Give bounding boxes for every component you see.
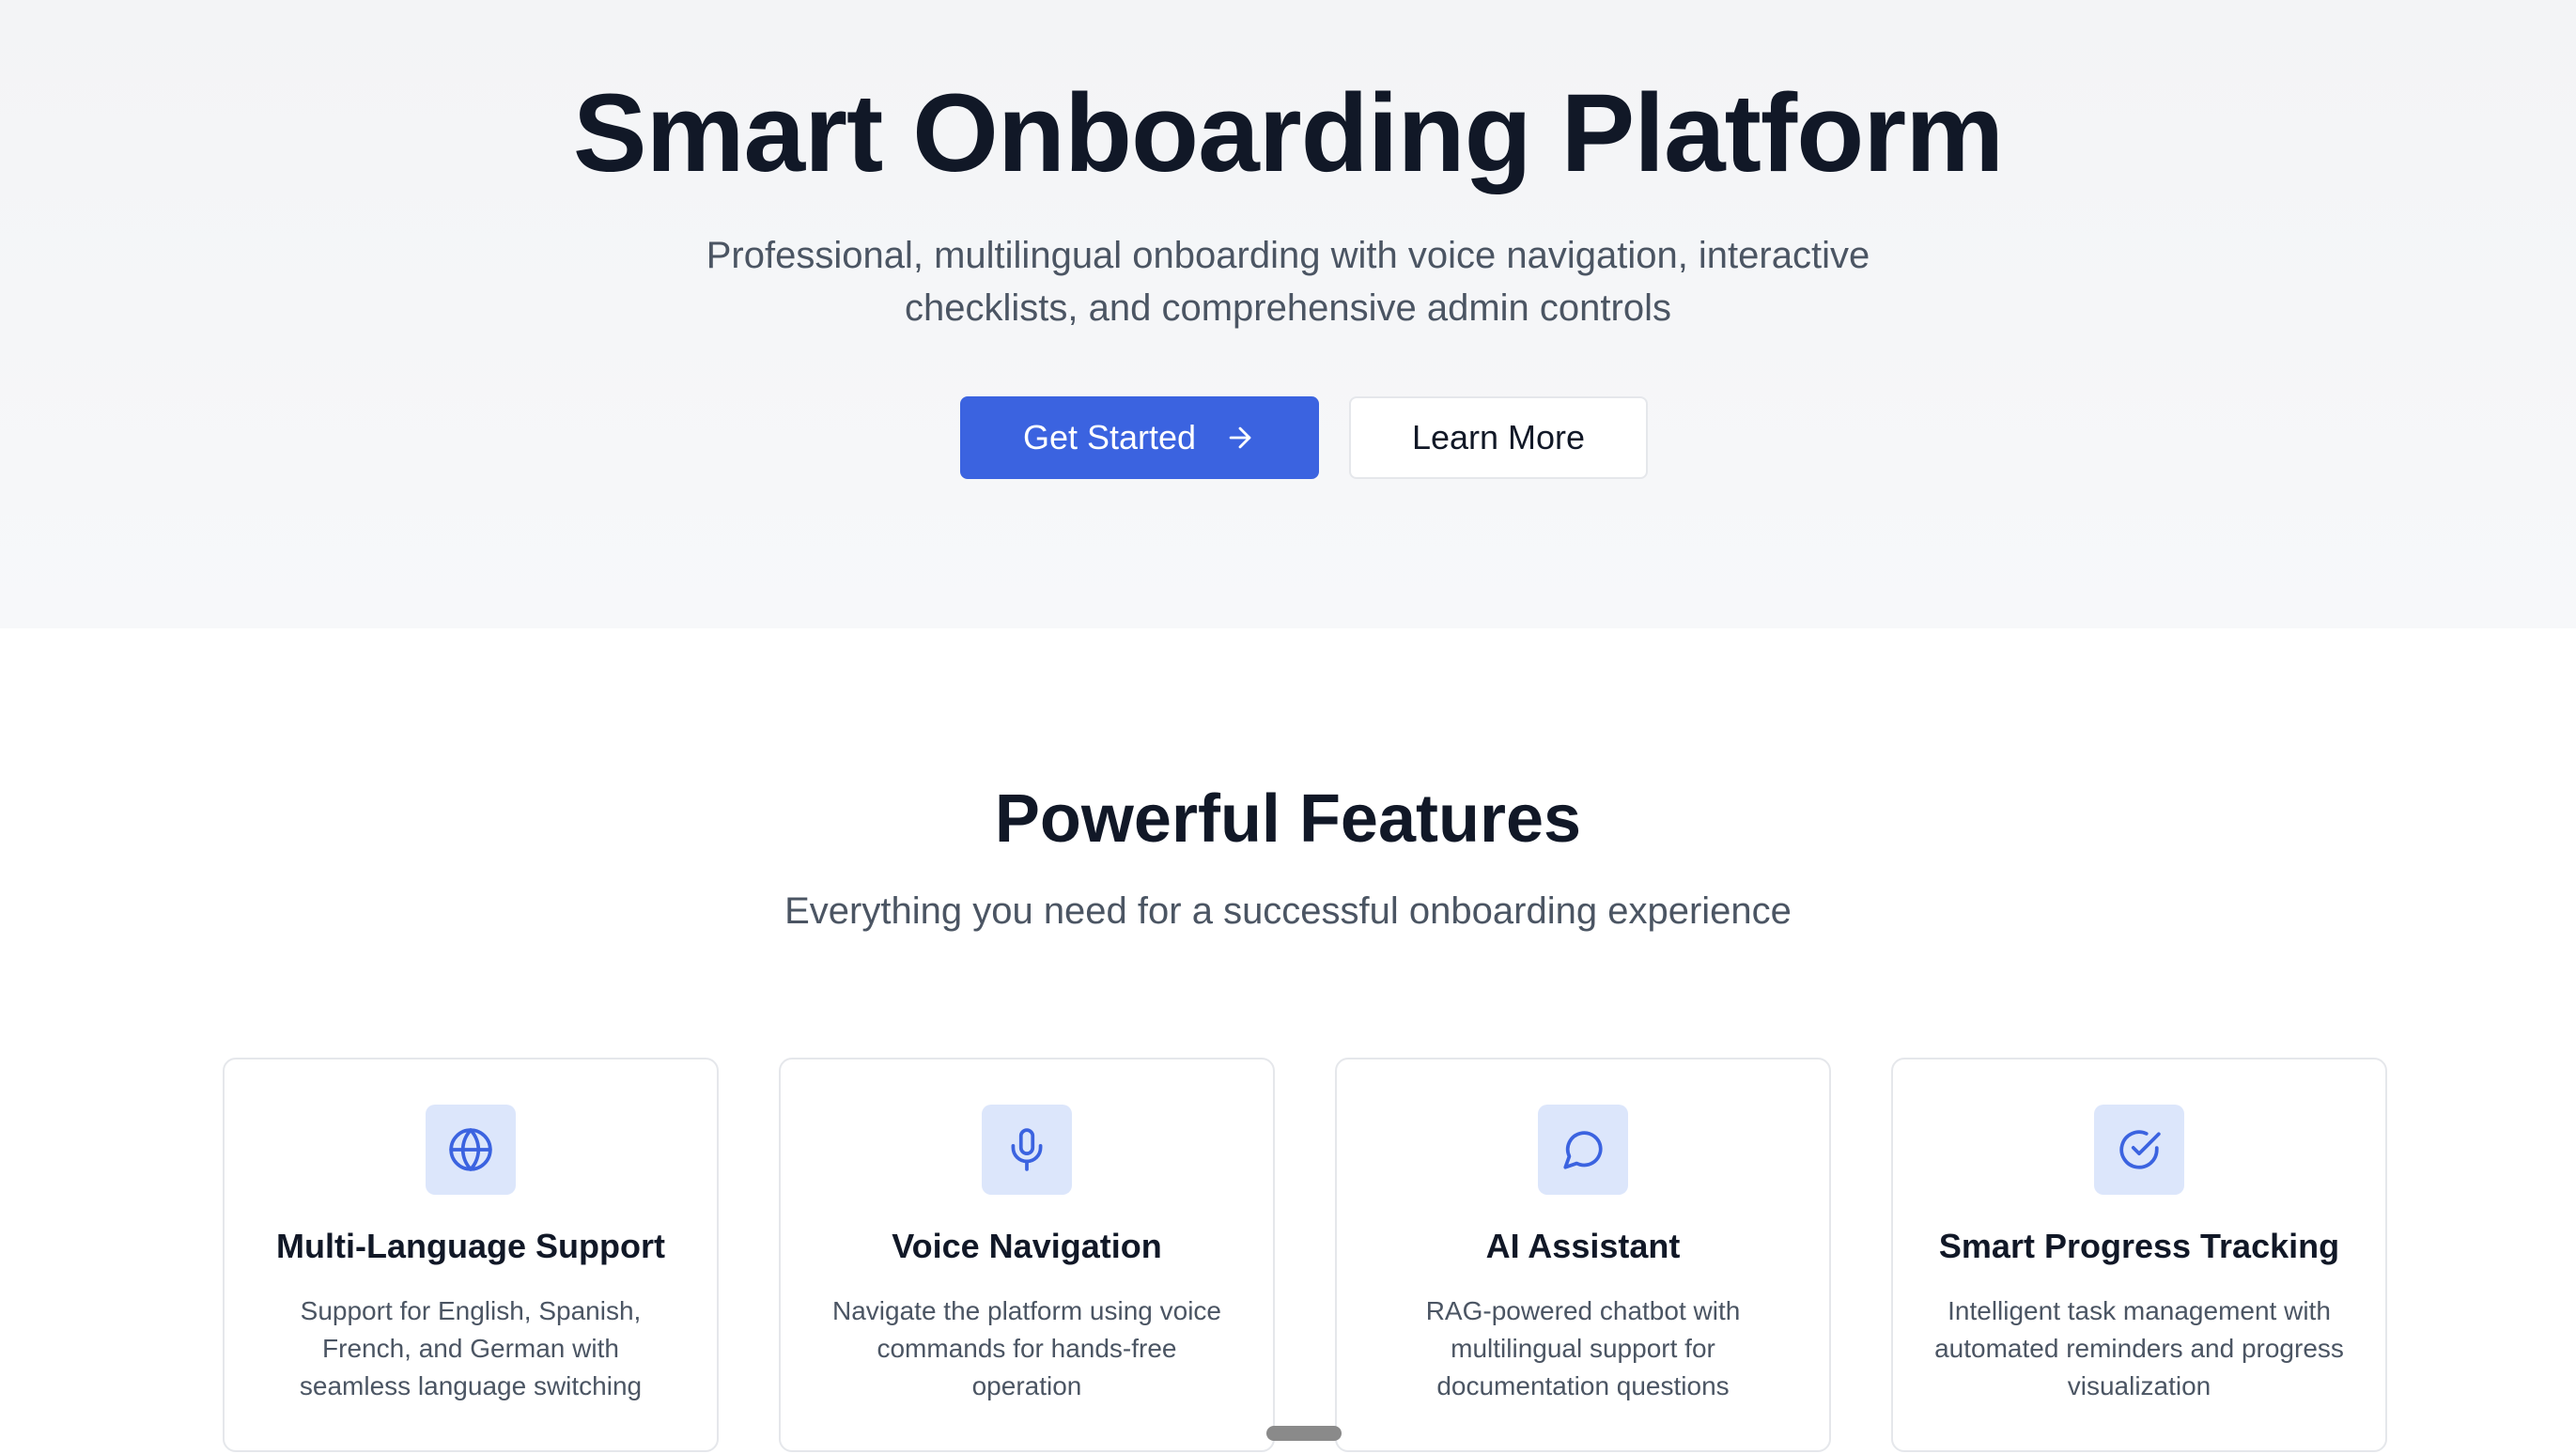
hero-subtitle: Professional, multilingual onboarding wi… <box>706 235 1870 329</box>
feature-card-ai-assistant: AI Assistant RAG-powered chatbot with mu… <box>1335 1058 1831 1452</box>
feature-card-description: Support for English, Spanish, French, an… <box>299 1296 643 1400</box>
feature-card-voice-navigation: Voice Navigation Navigate the platform u… <box>779 1058 1275 1452</box>
globe-icon <box>426 1105 516 1195</box>
features-title: Powerful Features <box>994 781 1582 857</box>
hero-section: Smart Onboarding Platform Professional, … <box>0 0 2576 628</box>
check-circle-icon <box>2094 1105 2184 1195</box>
feature-card-description: Intelligent task management with automat… <box>1934 1296 2344 1400</box>
hero-title: Smart Onboarding Platform <box>572 71 2004 195</box>
get-started-label: Get Started <box>1022 418 1197 456</box>
features-subtitle: Everything you need for a successful onb… <box>784 890 1792 932</box>
scroll-handle[interactable] <box>1266 1426 1342 1441</box>
feature-card-title: AI Assistant <box>1485 1227 1681 1265</box>
feature-card-description: RAG-powered chatbot with multilingual su… <box>1425 1296 1741 1400</box>
chat-bubble-icon <box>1538 1105 1628 1195</box>
feature-card-progress-tracking: Smart Progress Tracking Intelligent task… <box>1891 1058 2387 1452</box>
learn-more-button[interactable]: Learn More <box>1349 396 1648 479</box>
microphone-icon <box>982 1105 1072 1195</box>
landing-page: Smart Onboarding Platform Professional, … <box>0 0 2576 1454</box>
feature-card-title: Smart Progress Tracking <box>1938 1227 2340 1265</box>
feature-card-description: Navigate the platform using voice comman… <box>832 1296 1221 1400</box>
feature-card-title: Voice Navigation <box>892 1227 1162 1265</box>
learn-more-label: Learn More <box>1411 418 1586 456</box>
feature-card-multi-language: Multi-Language Support Support for Engli… <box>223 1058 719 1452</box>
feature-card-title: Multi-Language Support <box>276 1227 665 1265</box>
arrow-right-icon <box>1229 426 1251 449</box>
get-started-button[interactable]: Get Started <box>960 396 1319 479</box>
